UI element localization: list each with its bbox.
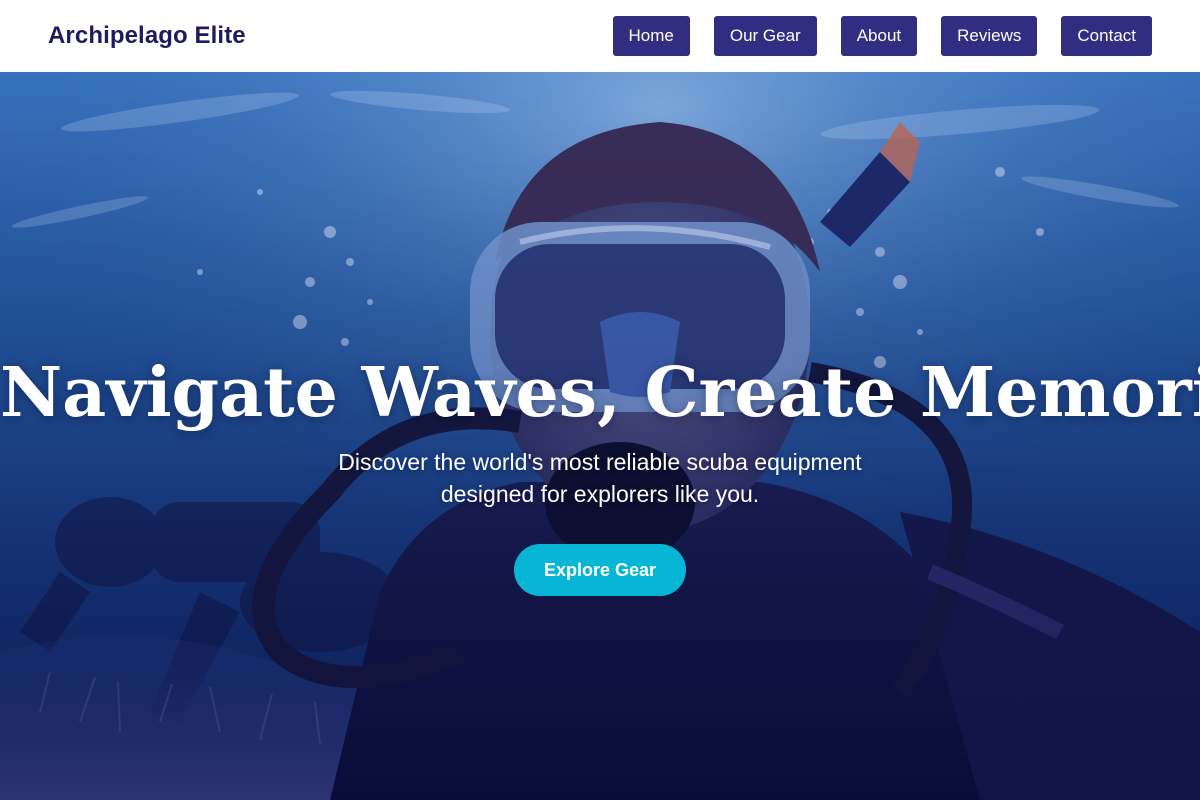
hero-subtitle: Discover the world's most reliable scuba… [338,449,862,507]
nav-about-button[interactable]: About [840,16,918,56]
hero-content: Navigate Waves, Create Memories. Discove… [0,348,1200,596]
nav-reviews-button[interactable]: Reviews [941,16,1038,56]
nav-our-gear-button[interactable]: Our Gear [713,16,817,56]
hero-title: Navigate Waves, Create Memories. [0,353,1200,433]
brand-logo[interactable]: Archipelago Elite [48,22,246,50]
hero-section: Navigate Waves, Create Memories. Discove… [0,72,1200,800]
explore-gear-button[interactable]: Explore Gear [514,544,686,596]
nav-contact-button[interactable]: Contact [1061,16,1152,56]
nav-home-button[interactable]: Home [612,16,690,56]
top-navbar: Archipelago Elite Home Our Gear About Re… [0,0,1200,72]
nav-links: Home Our Gear About Reviews Contact [612,16,1152,56]
